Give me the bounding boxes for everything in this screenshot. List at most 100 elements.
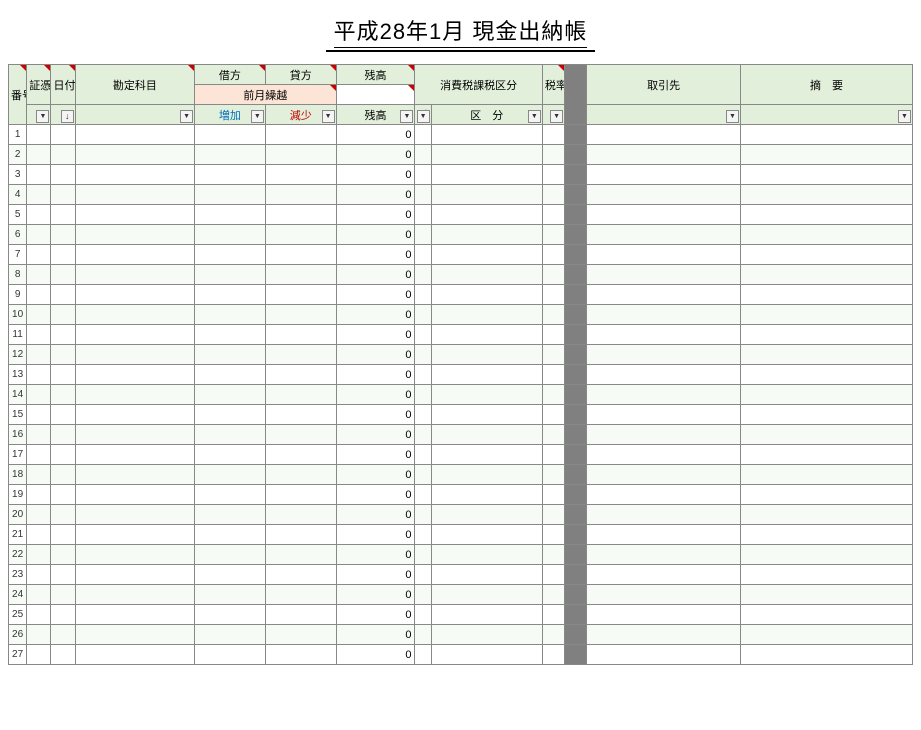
filter-icon[interactable] (322, 110, 335, 123)
cell-voucher[interactable] (27, 525, 51, 545)
cell-tax-category[interactable] (431, 625, 542, 645)
cell-voucher[interactable] (27, 245, 51, 265)
filter-icon[interactable] (251, 110, 264, 123)
cell-tax-category[interactable] (431, 425, 542, 445)
cell-date[interactable] (51, 285, 75, 305)
cell-credit[interactable] (265, 285, 336, 305)
cell-tax-rate[interactable] (542, 585, 564, 605)
cell-customer[interactable] (587, 525, 741, 545)
cell-tax-rate[interactable] (542, 165, 564, 185)
cell-credit[interactable] (265, 385, 336, 405)
cell-tax-idx[interactable] (415, 485, 431, 505)
cell-tax-idx[interactable] (415, 585, 431, 605)
cell-credit[interactable] (265, 525, 336, 545)
cell-tax-rate[interactable] (542, 465, 564, 485)
cell-balance-input[interactable] (336, 85, 415, 105)
cell-debit[interactable] (195, 165, 266, 185)
cell-memo[interactable] (741, 585, 913, 605)
cell-credit[interactable] (265, 605, 336, 625)
cell-date[interactable] (51, 245, 75, 265)
cell-date[interactable] (51, 505, 75, 525)
cell-tax-idx[interactable] (415, 465, 431, 485)
cell-credit[interactable] (265, 365, 336, 385)
cell-tax-category[interactable] (431, 325, 542, 345)
cell-memo[interactable] (741, 625, 913, 645)
cell-voucher[interactable] (27, 185, 51, 205)
cell-customer[interactable] (587, 345, 741, 365)
cell-tax-idx[interactable] (415, 125, 431, 145)
cell-account[interactable] (75, 605, 194, 625)
cell-memo[interactable] (741, 265, 913, 285)
cell-customer[interactable] (587, 365, 741, 385)
cell-tax-category[interactable] (431, 165, 542, 185)
cell-tax-idx[interactable] (415, 645, 431, 665)
cell-tax-idx[interactable] (415, 425, 431, 445)
cell-customer[interactable] (587, 325, 741, 345)
cell-tax-idx[interactable] (415, 265, 431, 285)
cell-tax-rate[interactable] (542, 405, 564, 425)
cell-credit[interactable] (265, 305, 336, 325)
cell-debit[interactable] (195, 125, 266, 145)
cell-account[interactable] (75, 505, 194, 525)
cell-tax-idx[interactable] (415, 205, 431, 225)
cell-tax-rate[interactable] (542, 205, 564, 225)
cell-date[interactable] (51, 385, 75, 405)
cell-tax-idx[interactable] (415, 325, 431, 345)
cell-customer[interactable] (587, 265, 741, 285)
cell-date[interactable] (51, 185, 75, 205)
cell-debit[interactable] (195, 505, 266, 525)
cell-tax-idx[interactable] (415, 565, 431, 585)
cell-customer[interactable] (587, 205, 741, 225)
cell-tax-category[interactable] (431, 345, 542, 365)
filter-icon[interactable] (36, 110, 49, 123)
cell-account[interactable] (75, 205, 194, 225)
cell-tax-rate[interactable] (542, 265, 564, 285)
cell-customer[interactable] (587, 185, 741, 205)
cell-customer[interactable] (587, 585, 741, 605)
cell-tax-rate[interactable] (542, 245, 564, 265)
cell-memo[interactable] (741, 185, 913, 205)
cell-tax-idx[interactable] (415, 605, 431, 625)
cell-tax-rate[interactable] (542, 525, 564, 545)
cell-tax-category[interactable] (431, 405, 542, 425)
cell-voucher[interactable] (27, 425, 51, 445)
cell-tax-rate[interactable] (542, 385, 564, 405)
cell-customer[interactable] (587, 505, 741, 525)
cell-debit[interactable] (195, 205, 266, 225)
cell-tax-rate[interactable] (542, 305, 564, 325)
cell-debit[interactable] (195, 445, 266, 465)
cell-tax-category[interactable] (431, 465, 542, 485)
col-tax-idx[interactable]: 番 (415, 105, 431, 125)
cell-date[interactable] (51, 405, 75, 425)
cell-memo[interactable] (741, 485, 913, 505)
cell-debit[interactable] (195, 345, 266, 365)
cell-tax-category[interactable] (431, 445, 542, 465)
cell-account[interactable] (75, 585, 194, 605)
cell-account[interactable] (75, 265, 194, 285)
cell-debit[interactable] (195, 425, 266, 445)
cell-voucher[interactable] (27, 385, 51, 405)
cell-memo[interactable] (741, 345, 913, 365)
cell-credit[interactable] (265, 445, 336, 465)
filter-icon[interactable] (400, 110, 413, 123)
cell-tax-idx[interactable] (415, 185, 431, 205)
cell-tax-category[interactable] (431, 565, 542, 585)
cell-credit[interactable] (265, 165, 336, 185)
cell-account[interactable] (75, 345, 194, 365)
cell-account[interactable] (75, 405, 194, 425)
cell-date[interactable] (51, 225, 75, 245)
cell-debit[interactable] (195, 465, 266, 485)
cell-tax-idx[interactable] (415, 525, 431, 545)
cell-customer[interactable] (587, 565, 741, 585)
cell-date[interactable] (51, 205, 75, 225)
cell-voucher[interactable] (27, 125, 51, 145)
cell-tax-idx[interactable] (415, 245, 431, 265)
cell-customer[interactable] (587, 125, 741, 145)
filter-customer[interactable] (587, 105, 741, 125)
cell-credit[interactable] (265, 565, 336, 585)
cell-date[interactable] (51, 465, 75, 485)
cell-debit[interactable] (195, 645, 266, 665)
cell-date[interactable] (51, 605, 75, 625)
cell-tax-idx[interactable] (415, 225, 431, 245)
cell-account[interactable] (75, 285, 194, 305)
